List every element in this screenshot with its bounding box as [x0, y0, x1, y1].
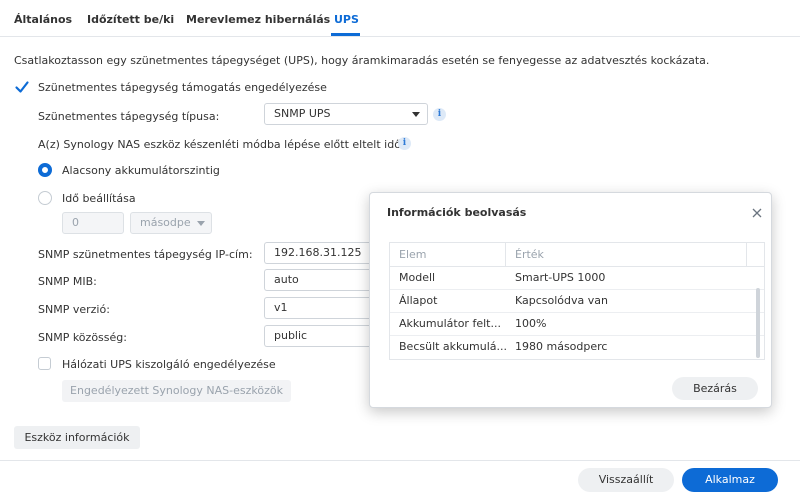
- ups-type-label: Szünetmentes tápegység típusa:: [38, 110, 220, 123]
- active-tab-indicator: [331, 33, 360, 36]
- table-row[interactable]: Akkumulátor felt... 100%: [390, 312, 764, 336]
- apply-button[interactable]: Alkalmaz: [682, 468, 778, 492]
- time-value-input[interactable]: 0: [62, 212, 124, 234]
- snmp-ip-label: SNMP szünetmentes tápegység IP-cím:: [38, 248, 253, 261]
- close-icon[interactable]: [752, 208, 762, 218]
- ups-description: Csatlakoztasson egy szünetmentes tápegys…: [14, 54, 710, 67]
- column-header-item[interactable]: Elem: [399, 248, 427, 261]
- snmp-community-label: SNMP közösség:: [38, 331, 127, 344]
- tab-scheduled-power[interactable]: Időzített be/ki: [87, 13, 174, 26]
- column-divider: [505, 243, 506, 266]
- tab-ups[interactable]: UPS: [334, 13, 359, 26]
- ups-type-select[interactable]: SNMP UPS: [264, 103, 428, 125]
- snmp-mib-label: SNMP MIB:: [38, 275, 97, 288]
- device-info-button[interactable]: Eszköz információk: [14, 426, 140, 449]
- low-battery-label: Alacsony akkumulátorszintig: [62, 164, 220, 177]
- snmp-mib-select[interactable]: auto: [264, 269, 370, 291]
- row-item: Becsült akkumulá...: [399, 340, 507, 353]
- info-icon[interactable]: i: [433, 108, 446, 121]
- row-item: Akkumulátor felt...: [399, 317, 501, 330]
- network-ups-checkbox[interactable]: [38, 357, 51, 370]
- grid-header: Elem Érték: [390, 243, 764, 267]
- grid-scrollbar[interactable]: [756, 288, 760, 358]
- snmp-version-label: SNMP verzió:: [38, 303, 110, 316]
- info-icon[interactable]: i: [398, 137, 411, 150]
- chevron-down-icon: [412, 112, 420, 117]
- table-row[interactable]: Modell Smart-UPS 1000: [390, 266, 764, 290]
- ups-enable-checkbox[interactable]: [14, 79, 30, 95]
- table-row[interactable]: Állapot Kapcsolódva van: [390, 289, 764, 313]
- device-info-dialog: Információk beolvasás Elem Érték Modell …: [369, 192, 772, 408]
- row-item: Modell: [399, 271, 436, 284]
- dialog-title: Információk beolvasás: [387, 206, 527, 219]
- tab-bar: Általános Időzített be/ki Merevlemez hib…: [0, 0, 800, 37]
- network-ups-label: Hálózati UPS kiszolgáló engedélyezése: [62, 358, 276, 371]
- row-value: 1980 másodperc: [515, 340, 608, 353]
- column-divider: [746, 243, 747, 266]
- info-grid: Elem Érték Modell Smart-UPS 1000 Állapot…: [389, 242, 765, 360]
- column-header-value[interactable]: Érték: [515, 248, 544, 261]
- set-time-label: Idő beállítása: [62, 192, 136, 205]
- time-unit-select[interactable]: másodpe: [130, 212, 212, 234]
- set-time-radio[interactable]: [38, 191, 52, 205]
- ups-enable-label: Szünetmentes tápegység támogatás engedél…: [38, 81, 327, 94]
- snmp-ip-input[interactable]: 192.168.31.125: [264, 242, 370, 264]
- row-value: Kapcsolódva van: [515, 294, 608, 307]
- row-value: Smart-UPS 1000: [515, 271, 606, 284]
- footer-divider: [0, 460, 800, 461]
- low-battery-radio[interactable]: [38, 163, 52, 177]
- tab-general[interactable]: Általános: [14, 13, 72, 26]
- ups-type-value: SNMP UPS: [274, 107, 331, 120]
- chevron-down-icon: [197, 221, 205, 226]
- snmp-community-input[interactable]: public: [264, 325, 370, 347]
- tab-hdd-hibernation[interactable]: Merevlemez hibernálás: [186, 13, 330, 26]
- allowed-devices-button[interactable]: Engedélyezett Synology NAS-eszközök: [62, 380, 291, 402]
- standby-time-label: A(z) Synology NAS eszköz készenléti módb…: [38, 138, 401, 151]
- dialog-close-button[interactable]: Bezárás: [672, 377, 758, 400]
- reset-button[interactable]: Visszaállít: [578, 468, 674, 492]
- row-value: 100%: [515, 317, 547, 330]
- table-row[interactable]: Becsült akkumulá... 1980 másodperc: [390, 335, 764, 358]
- row-item: Állapot: [399, 294, 438, 307]
- time-unit-value: másodpe: [140, 216, 191, 229]
- snmp-version-select[interactable]: v1: [264, 297, 370, 319]
